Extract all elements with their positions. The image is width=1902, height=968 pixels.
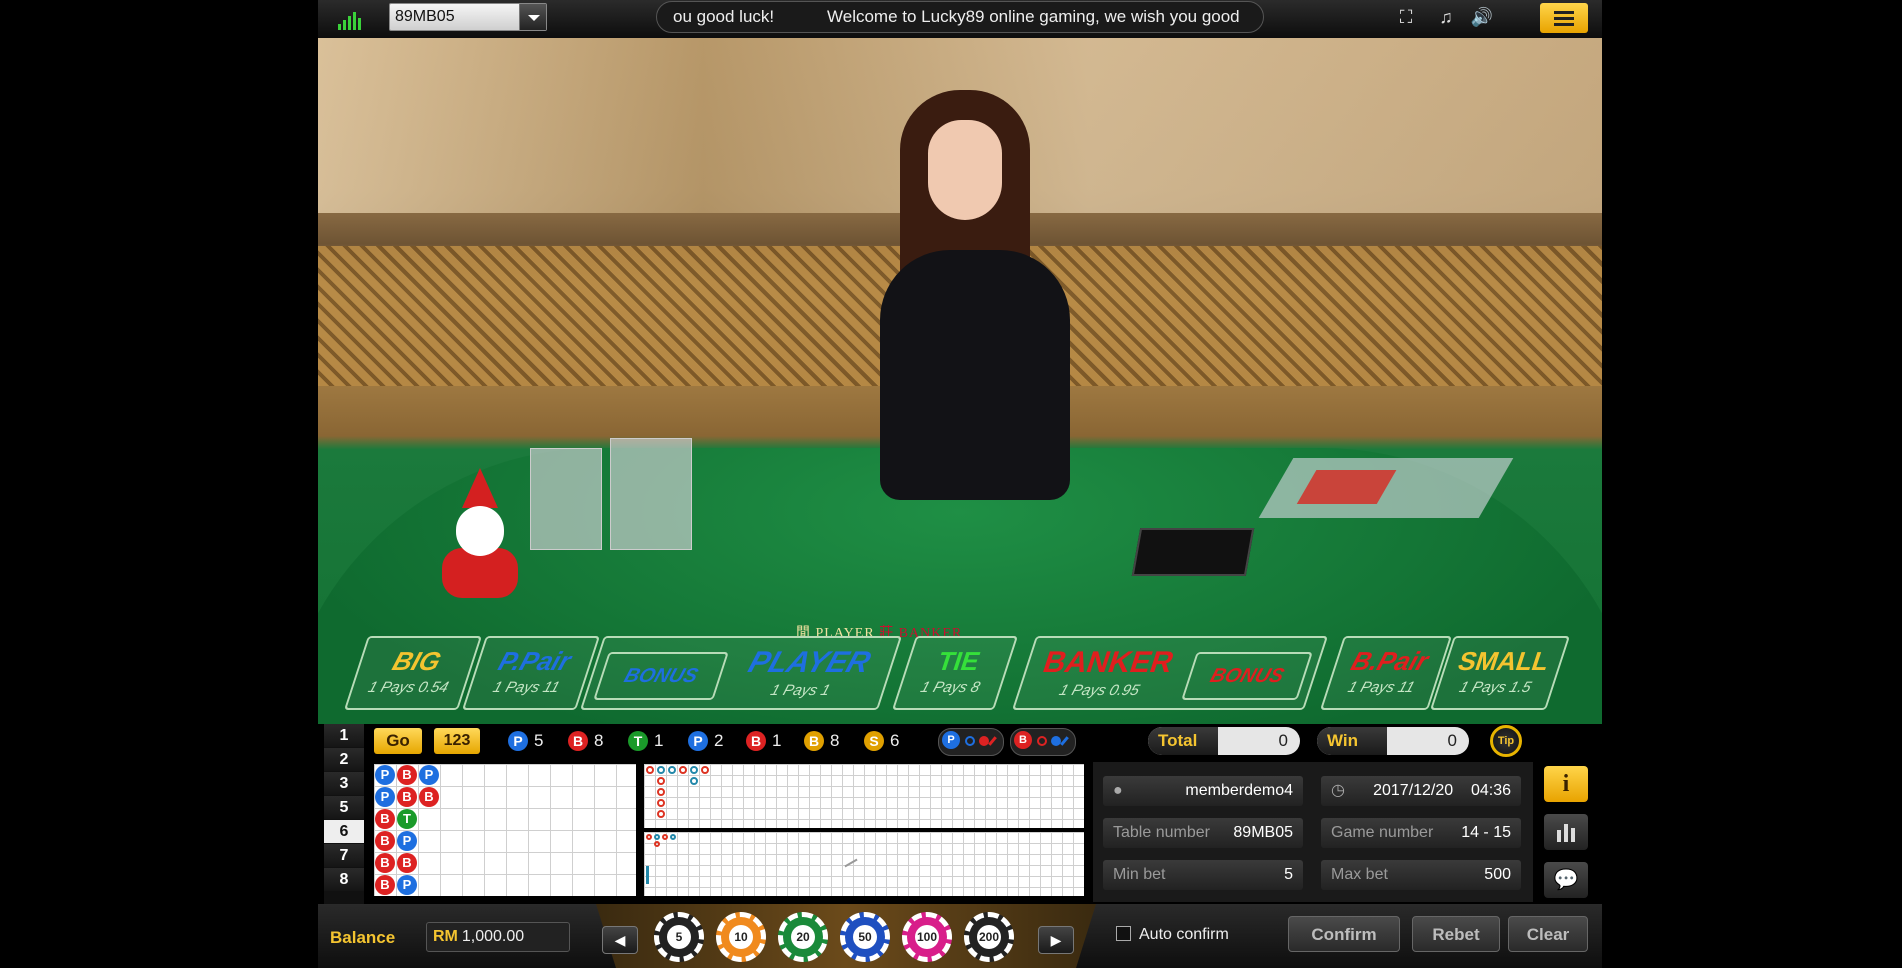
signal-strength-icon	[338, 12, 364, 30]
bottom-bar: Balance RM 1,000.00 ◀ 5 10 20 50 100 200 …	[318, 904, 1602, 968]
total-bet-display: Total 0	[1148, 727, 1300, 755]
username-field: ● memberdemo4	[1103, 776, 1303, 806]
stat-banker-count: B8	[568, 730, 603, 752]
clear-button[interactable]: Clear	[1508, 916, 1588, 952]
bet-zone-player-pair[interactable]: P.Pair 1 Pays 11	[461, 636, 601, 710]
table-select-value: 89MB05	[395, 8, 455, 25]
baccarat-table-window: 89MB05 ou good luck! Welcome to Lucky89 …	[318, 0, 1602, 968]
road-stats-bar: Go 123 P5 B8 T1 P2 B1 B8 S6 P B Total 0 …	[318, 724, 1602, 760]
marquee-text: Welcome to Lucky89 online gaming, we wis…	[827, 7, 1240, 26]
table-number-item[interactable]: 8	[324, 868, 364, 891]
rebet-button[interactable]: Rebet	[1412, 916, 1500, 952]
banker-predict-button[interactable]: B	[1010, 728, 1076, 756]
table-number-item-selected[interactable]: 6	[324, 820, 364, 843]
top-bar: 89MB05 ou good luck! Welcome to Lucky89 …	[318, 0, 1602, 39]
bet-zone-player-bonus[interactable]: BONUS	[593, 652, 729, 700]
balance-label: Balance	[330, 928, 396, 947]
chip-100[interactable]: 100	[902, 912, 952, 962]
stat-player-pair-count: P2	[688, 730, 723, 752]
card-shoe	[1258, 458, 1514, 518]
game-info-panel: ● memberdemo4 ◷ 2017/12/20 04:36 Table n…	[1093, 762, 1533, 902]
chip-10[interactable]: 10	[716, 912, 766, 962]
announcement-marquee: ou good luck! Welcome to Lucky89 online …	[656, 1, 1264, 33]
chevron-left-icon[interactable]: ◀	[602, 926, 638, 954]
bet-zone-big[interactable]: BIG 1 Pays 0.54	[343, 636, 483, 710]
max-bet-field: Max bet 500	[1321, 860, 1521, 890]
min-bet-field: Min bet 5	[1103, 860, 1303, 890]
table-number-item[interactable]: 1	[324, 724, 364, 747]
chip-200[interactable]: 200	[964, 912, 1014, 962]
statistics-icon[interactable]	[1544, 814, 1588, 850]
bead-road: P B P P B B B T B P B B B P	[374, 764, 636, 896]
chip-20[interactable]: 20	[778, 912, 828, 962]
auto-confirm-checkbox[interactable]: Auto confirm	[1116, 926, 1229, 944]
chat-icon[interactable]: 💬	[1544, 862, 1588, 898]
player-predict-button[interactable]: P	[938, 728, 1004, 756]
bet-zone-banker[interactable]: BANKER 1 Pays 0.95 BONUS	[1011, 636, 1329, 710]
user-icon: ●	[1113, 782, 1123, 799]
stat-small-count: S6	[864, 730, 899, 752]
win-display: Win 0	[1317, 727, 1469, 755]
numbers-view-button[interactable]: 123	[434, 728, 480, 754]
balance-display: RM 1,000.00	[426, 922, 570, 952]
table-number-field: Table number 89MB05	[1103, 818, 1303, 848]
datetime-field: ◷ 2017/12/20 04:36	[1321, 776, 1521, 806]
derived-road	[644, 832, 1084, 896]
card-box	[530, 438, 710, 558]
volume-icon[interactable]: 🔊	[1470, 6, 1494, 28]
tablet-device	[1131, 528, 1255, 576]
santa-doll	[434, 468, 524, 598]
go-button[interactable]: Go	[374, 728, 422, 754]
table-number-list: 1 2 3 5 6 7 8	[324, 724, 364, 904]
music-off-icon[interactable]: ♫	[1434, 6, 1458, 28]
bet-zone-player[interactable]: BONUS PLAYER 1 Pays 1	[579, 636, 903, 710]
dealer	[850, 90, 1100, 520]
stat-big-count: B8	[804, 730, 839, 752]
menu-button[interactable]	[1540, 3, 1588, 33]
chip-50[interactable]: 50	[840, 912, 890, 962]
game-number-field: Game number 14 - 15	[1321, 818, 1521, 848]
chevron-right-icon[interactable]: ▶	[1038, 926, 1074, 954]
chevron-down-icon[interactable]	[519, 4, 546, 30]
table-number-item[interactable]: 5	[324, 796, 364, 819]
marquee-tail: ou good luck!	[673, 7, 775, 26]
stat-banker-pair-count: B1	[746, 730, 781, 752]
table-number-item[interactable]: 2	[324, 748, 364, 771]
table-number-item[interactable]: 3	[324, 772, 364, 795]
table-number-item[interactable]: 7	[324, 844, 364, 867]
confirm-button[interactable]: Confirm	[1288, 916, 1400, 952]
live-video-feed: 閒 PLAYER 莊 BANKER	[318, 38, 1602, 724]
tip-button[interactable]: Tip	[1490, 725, 1522, 757]
chip-5[interactable]: 5	[654, 912, 704, 962]
table-select[interactable]: 89MB05	[389, 3, 547, 31]
stat-tie-count: T1	[628, 730, 663, 752]
clock-icon: ◷	[1331, 782, 1345, 799]
info-icon[interactable]: i	[1544, 766, 1588, 802]
stat-player-count: P5	[508, 730, 543, 752]
big-road	[644, 764, 1084, 828]
fullscreen-icon[interactable]: ⛶	[1394, 6, 1418, 28]
bet-zone-banker-bonus[interactable]: BONUS	[1181, 652, 1313, 700]
bet-zone-small[interactable]: SMALL 1 Pays 1.5	[1429, 636, 1571, 710]
